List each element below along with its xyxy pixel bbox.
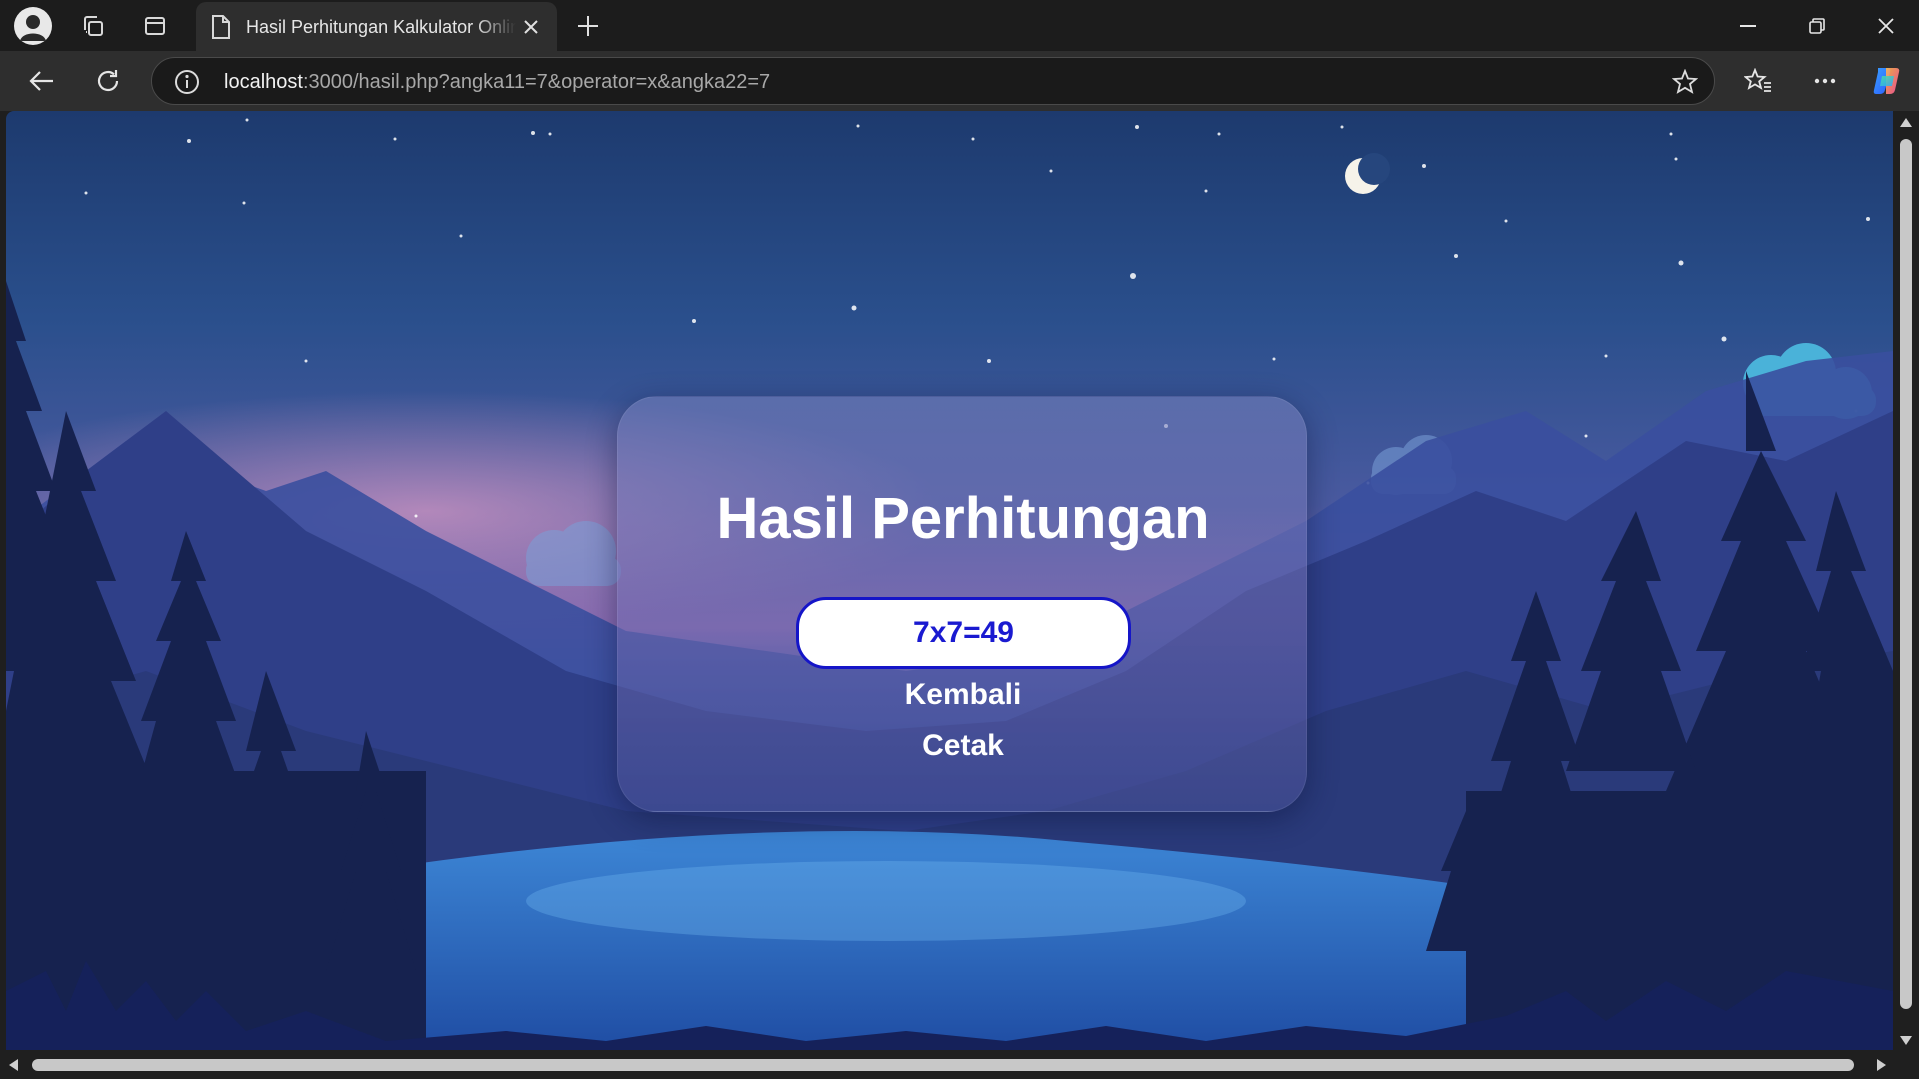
close-tab-icon[interactable] <box>516 12 546 42</box>
copilot-icon[interactable] <box>1867 61 1907 101</box>
site-info-icon[interactable] <box>172 67 202 97</box>
print-link[interactable]: Cetak <box>618 729 1308 763</box>
page-title: Hasil Perhitungan <box>716 486 1210 551</box>
scroll-up-arrow-icon[interactable] <box>1900 118 1912 127</box>
tab-title: Hasil Perhitungan Kalkulator Online <box>246 17 516 37</box>
minimize-icon[interactable] <box>1713 0 1783 51</box>
title-bar: Hasil Perhitungan Kalkulator Online <box>0 0 1919 51</box>
scroll-left-arrow-icon[interactable] <box>9 1059 18 1071</box>
close-window-icon[interactable] <box>1851 0 1919 51</box>
vertical-scrollbar[interactable] <box>1893 111 1919 1050</box>
vertical-scroll-thumb[interactable] <box>1900 139 1912 1009</box>
active-tab[interactable]: Hasil Perhitungan Kalkulator Online <box>196 2 557 51</box>
address-bar[interactable]: localhost:3000/hasil.php?angka11=7&opera… <box>151 57 1715 105</box>
result-card: Hasil Perhitungan 7x7=49 Kembali Cetak <box>617 396 1307 812</box>
vertical-tabs-icon[interactable] <box>137 8 173 44</box>
favorite-star-icon[interactable] <box>1670 67 1700 97</box>
horizontal-scroll-thumb[interactable] <box>32 1059 1854 1071</box>
profile-avatar-icon[interactable] <box>14 7 52 45</box>
page-viewport: Hasil Perhitungan 7x7=49 Kembali Cetak <box>6 111 1893 1050</box>
back-link[interactable]: Kembali <box>618 678 1308 712</box>
toolbar: localhost:3000/hasil.php?angka11=7&opera… <box>0 51 1919 111</box>
new-tab-icon[interactable] <box>570 8 606 44</box>
scroll-right-arrow-icon[interactable] <box>1877 1059 1886 1071</box>
page-icon <box>210 14 232 45</box>
back-icon[interactable] <box>22 61 62 101</box>
scroll-down-arrow-icon[interactable] <box>1900 1036 1912 1045</box>
horizontal-scrollbar[interactable] <box>0 1050 1919 1079</box>
url-text: localhost:3000/hasil.php?angka11=7&opera… <box>224 71 771 93</box>
restore-icon[interactable] <box>1782 0 1852 51</box>
result-display: 7x7=49 <box>796 597 1131 669</box>
workspaces-icon[interactable] <box>75 8 111 44</box>
more-options-icon[interactable] <box>1805 61 1845 101</box>
favorites-icon[interactable] <box>1738 61 1778 101</box>
refresh-icon[interactable] <box>88 61 128 101</box>
